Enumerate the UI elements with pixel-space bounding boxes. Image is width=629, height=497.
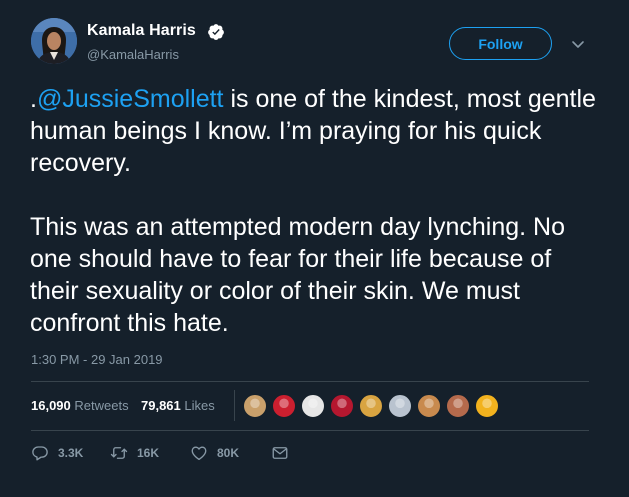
liker-avatar[interactable] bbox=[417, 394, 441, 418]
verified-badge-icon bbox=[208, 24, 224, 40]
tweet-text-body: is one of the kindest, most gentle human… bbox=[30, 85, 596, 337]
like-count: 80K bbox=[217, 446, 240, 460]
stats-separator bbox=[234, 390, 235, 421]
liker-avatar[interactable] bbox=[243, 394, 267, 418]
mention-link[interactable]: @JussieSmollett bbox=[37, 85, 224, 113]
envelope-icon bbox=[272, 447, 288, 459]
liker-avatar[interactable] bbox=[388, 394, 412, 418]
tweet-text: .@JussieSmollett is one of the kindest, … bbox=[30, 83, 600, 339]
liker-avatar[interactable] bbox=[272, 394, 296, 418]
liker-avatar[interactable] bbox=[359, 394, 383, 418]
likes-label: Likes bbox=[184, 398, 215, 413]
reply-count: 3.3K bbox=[58, 446, 84, 460]
retweets-stat[interactable]: 16,090 Retweets bbox=[31, 398, 129, 413]
retweets-count: 16,090 bbox=[31, 398, 71, 413]
retweet-icon bbox=[110, 447, 128, 459]
tweet-card: Kamala Harris @KamalaHarris Follow .@Jus… bbox=[0, 0, 629, 497]
likes-count: 79,861 bbox=[141, 398, 181, 413]
tweet-text-lead: . bbox=[30, 85, 37, 113]
likes-stat[interactable]: 79,861 Likes bbox=[141, 398, 215, 413]
reply-button[interactable]: 3.3K bbox=[31, 444, 83, 462]
tweet-timestamp[interactable]: 1:30 PM - 29 Jan 2019 bbox=[31, 352, 163, 367]
follow-button[interactable]: Follow bbox=[449, 27, 552, 60]
like-button[interactable]: 80K bbox=[190, 444, 239, 462]
divider bbox=[31, 381, 589, 382]
retweets-label: Retweets bbox=[74, 398, 129, 413]
user-handle[interactable]: @KamalaHarris bbox=[87, 47, 179, 62]
divider bbox=[31, 430, 589, 431]
liker-avatar[interactable] bbox=[301, 394, 325, 418]
avatar[interactable] bbox=[31, 18, 77, 64]
direct-message-button[interactable] bbox=[271, 444, 289, 462]
retweet-count: 16K bbox=[137, 446, 160, 460]
retweet-button[interactable]: 16K bbox=[110, 444, 159, 462]
liker-avatar[interactable] bbox=[446, 394, 470, 418]
liker-avatar[interactable] bbox=[330, 394, 354, 418]
heart-icon bbox=[191, 446, 207, 461]
liker-avatar[interactable] bbox=[475, 394, 499, 418]
reply-icon bbox=[32, 446, 48, 461]
display-name[interactable]: Kamala Harris bbox=[87, 22, 196, 40]
chevron-down-icon[interactable] bbox=[570, 36, 586, 52]
